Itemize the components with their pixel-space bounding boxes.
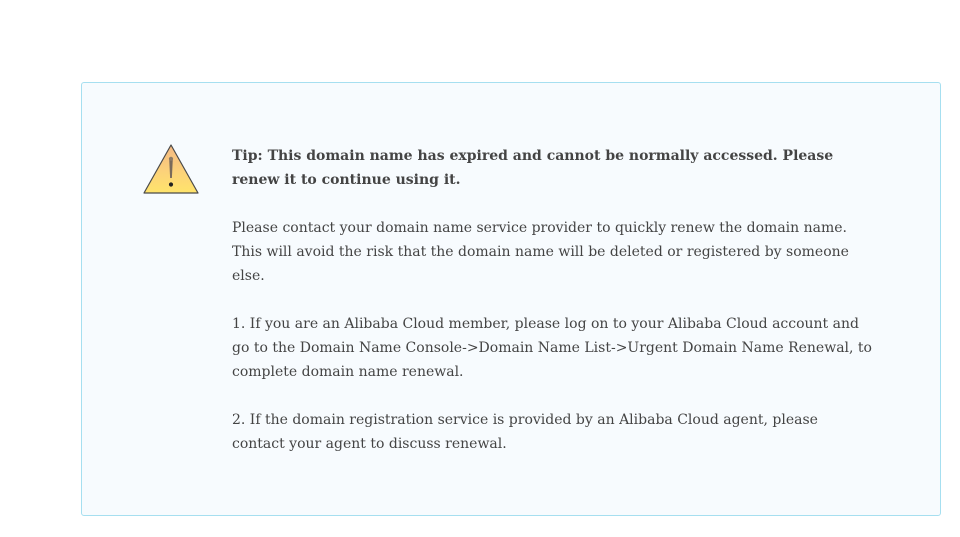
tip-message: Tip: This domain name has expired and ca… bbox=[232, 148, 834, 188]
notice-paragraph-contact-provider: Please contact your domain name service … bbox=[232, 220, 849, 284]
warning-triangle-icon bbox=[143, 143, 199, 195]
notice-content: Tip: This domain name has expired and ca… bbox=[232, 144, 872, 456]
expired-domain-notice: Tip: This domain name has expired and ca… bbox=[81, 82, 941, 516]
notice-paragraph-agent-renewal: 2. If the domain registration service is… bbox=[232, 412, 818, 452]
notice-paragraph-member-renewal: 1. If you are an Alibaba Cloud member, p… bbox=[232, 316, 872, 380]
